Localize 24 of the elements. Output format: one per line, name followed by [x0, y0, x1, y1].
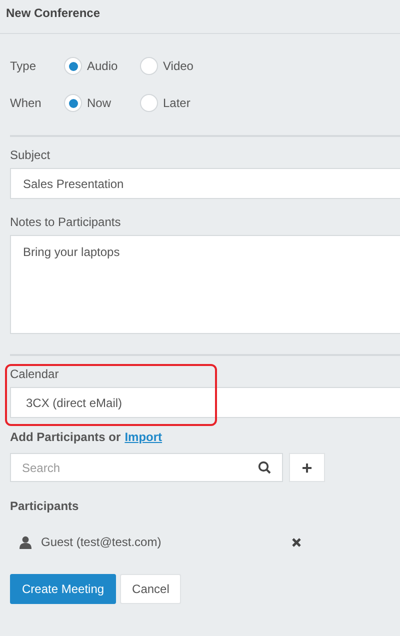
- radio-option[interactable]: Audio: [64, 57, 140, 75]
- person-icon: [19, 536, 32, 548]
- search-icon: [258, 461, 271, 474]
- search-field[interactable]: Search: [10, 453, 283, 482]
- cancel-button[interactable]: Cancel: [120, 574, 182, 604]
- remove-icon[interactable]: [292, 538, 301, 546]
- create-button[interactable]: Create Meeting: [10, 574, 116, 604]
- section-heading: Add Participants or: [10, 430, 121, 444]
- field-label: Calendar: [10, 367, 60, 381]
- notes-field[interactable]: Bring your laptops: [10, 235, 400, 334]
- subject-field[interactable]: Sales Presentation: [10, 168, 400, 199]
- field-label: Type: [10, 59, 38, 73]
- dialog-title: New Conference: [6, 6, 100, 20]
- field-label: Notes to Participants: [10, 215, 122, 229]
- participant-name: Guest (test@test.com): [41, 535, 162, 549]
- import-link[interactable]: Import: [124, 430, 162, 444]
- add-button[interactable]: +: [289, 453, 325, 482]
- field-label: Subject: [10, 148, 52, 162]
- radio-option[interactable]: Later: [140, 94, 216, 112]
- calendar-field[interactable]: 3CX (direct eMail): [10, 387, 400, 418]
- section-heading: Participants: [10, 499, 80, 513]
- radio-option[interactable]: Video: [140, 57, 216, 75]
- field-label: When: [10, 96, 42, 110]
- radio-option[interactable]: Now: [64, 94, 140, 112]
